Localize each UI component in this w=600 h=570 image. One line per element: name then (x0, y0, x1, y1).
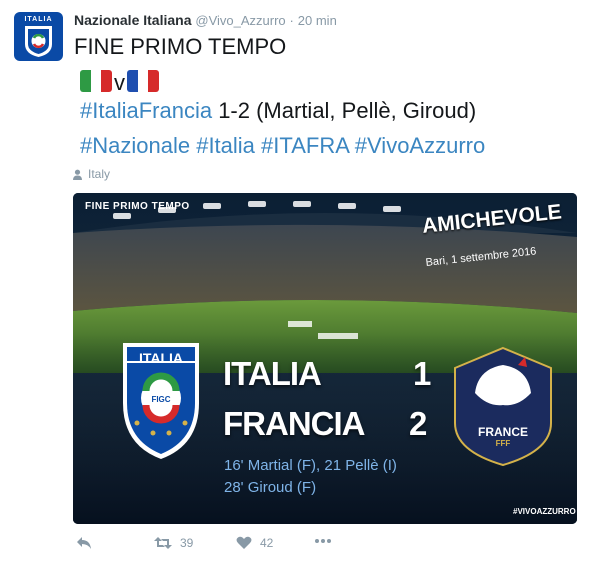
crest-france-sub: FFF (495, 439, 511, 448)
tweet-title: FINE PRIMO TEMPO (74, 34, 287, 59)
more-icon (315, 539, 331, 543)
crest-france-text: FRANCE (478, 425, 528, 439)
hashtag-link[interactable]: #ITAFRA (261, 133, 349, 158)
location-icon (73, 169, 82, 180)
france-flag-icon (127, 70, 159, 92)
tweet-header: Nazionale Italiana @Vivo_Azzurro · 20 mi… (74, 12, 337, 28)
retweet-icon (154, 537, 172, 549)
card-hashtag: #VIVOAZZURRO (513, 507, 576, 516)
flags-line: v (80, 66, 159, 95)
like-count: 42 (260, 536, 274, 550)
tweet-line-score: #ItaliaFrancia 1-2 (Martial, Pellè, Giro… (80, 98, 476, 124)
hashtag-link[interactable]: #VivoAzzurro (355, 133, 485, 158)
hashtag-link[interactable]: #Italia (196, 133, 255, 158)
avatar[interactable]: ITALIA (14, 12, 63, 61)
italy-flag-icon (80, 70, 112, 92)
score-italia: 1 (413, 355, 432, 392)
separator: · (289, 13, 294, 28)
team-francia: FRANCIA (223, 405, 365, 442)
figc-shield-icon (25, 26, 52, 57)
scorers-line-2: 28' Giroud (F) (224, 479, 317, 496)
location-text: Italy (88, 167, 111, 181)
versus-text: v (114, 70, 125, 95)
media-card[interactable]: FINE PRIMO TEMPO AMICHEVOLE Bari, 1 sett… (73, 193, 577, 524)
hashtag-link[interactable]: #ItaliaFrancia (80, 98, 212, 123)
retweet-count: 39 (180, 536, 194, 550)
like-button[interactable]: 42 (236, 536, 273, 550)
reply-button[interactable] (76, 536, 92, 550)
card-period-label: FINE PRIMO TEMPO (85, 201, 190, 212)
tweet-line-hashtags: #Nazionale #Italia #ITAFRA #VivoAzzurro (80, 133, 485, 159)
score-text: 1-2 (Martial, Pellè, Giroud) (212, 98, 477, 123)
tweet-location[interactable]: Italy (72, 167, 110, 181)
heart-icon (236, 536, 252, 549)
author-handle[interactable]: @Vivo_Azzurro (195, 13, 285, 28)
tweet-actions: 39 42 (76, 536, 376, 556)
timestamp[interactable]: 20 min (298, 13, 337, 28)
team-italia: ITALIA (223, 355, 322, 392)
crest-italy-mark: FIGC (151, 395, 171, 404)
score-francia: 2 (409, 405, 428, 442)
scorers-line-1: 16' Martial (F), 21 Pellè (I) (224, 457, 397, 474)
hashtag-link[interactable]: #Nazionale (80, 133, 190, 158)
reply-icon (77, 537, 91, 549)
retweet-button[interactable]: 39 (154, 536, 193, 550)
author-name[interactable]: Nazionale Italiana (74, 12, 191, 28)
avatar-text: ITALIA (24, 16, 53, 23)
crest-italy-text: ITALIA (138, 350, 184, 366)
more-button[interactable] (314, 538, 332, 544)
